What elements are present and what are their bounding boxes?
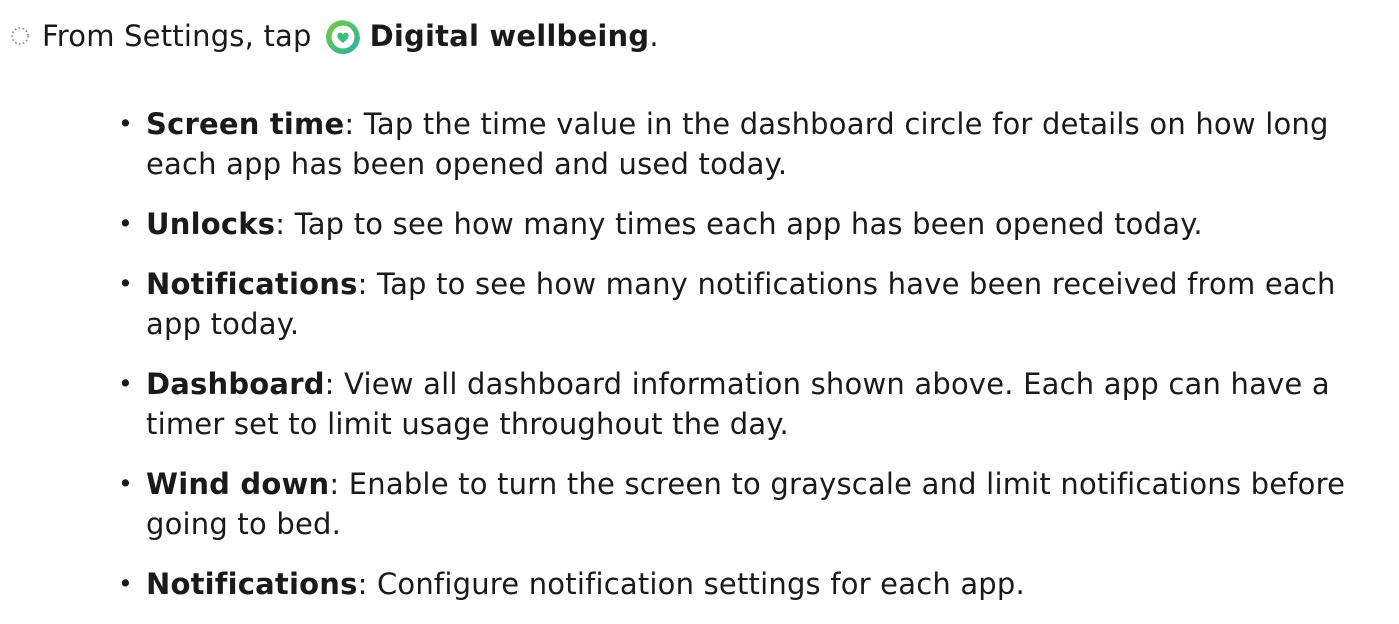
list-item: • Wind down: Enable to turn the screen t… — [118, 464, 1393, 544]
item-term: Screen time — [146, 107, 345, 141]
item-term: Notifications — [146, 267, 358, 301]
step-suffix: . — [649, 19, 659, 53]
bullet-icon: • — [118, 469, 133, 498]
step-prefix: From Settings, tap — [42, 19, 312, 53]
dotted-circle-icon — [0, 14, 42, 58]
item-text: : Configure notification settings for ea… — [357, 567, 1025, 601]
step-instruction: From Settings, tap Digital wellbeing . — [0, 14, 659, 58]
list-item: • Unlocks: Tap to see how many times eac… — [118, 204, 1393, 244]
list-item: • Notifications: Tap to see how many not… — [118, 264, 1393, 344]
digital-wellbeing-icon — [324, 18, 362, 56]
bullet-icon: • — [118, 209, 133, 238]
bullet-icon: • — [118, 109, 133, 138]
item-term: Notifications — [146, 567, 358, 601]
bullet-icon: • — [118, 369, 133, 398]
list-item: • Dashboard: View all dashboard informat… — [118, 364, 1393, 444]
item-term: Dashboard — [146, 367, 325, 401]
list-item: • Notifications: Configure notification … — [118, 564, 1393, 604]
list-item: • Screen time: Tap the time value in the… — [118, 104, 1393, 184]
item-term: Unlocks — [146, 207, 276, 241]
bullet-icon: • — [118, 569, 133, 598]
item-term: Wind down — [146, 467, 330, 501]
document-page: From Settings, tap Digital wellbeing . •… — [0, 0, 1399, 623]
bullet-icon: • — [118, 269, 133, 298]
feature-list: • Screen time: Tap the time value in the… — [118, 104, 1393, 624]
step-app-name: Digital wellbeing — [369, 19, 650, 53]
item-text: : Tap to see how many times each app has… — [275, 207, 1203, 241]
